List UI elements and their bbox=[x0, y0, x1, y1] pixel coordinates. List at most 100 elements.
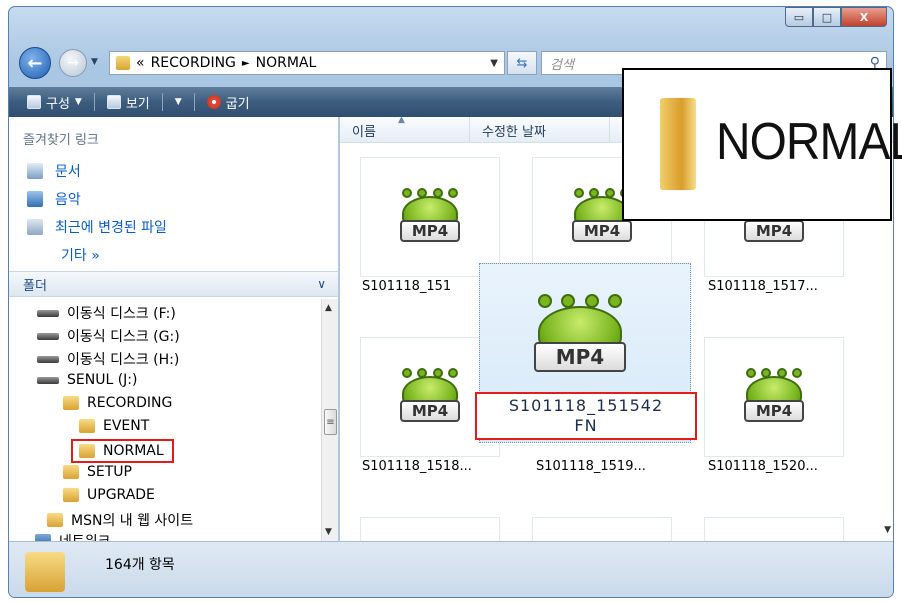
organize-icon bbox=[27, 95, 41, 109]
maximize-button[interactable]: □ bbox=[813, 7, 841, 27]
close-button[interactable]: X bbox=[841, 7, 887, 27]
folders-header[interactable]: 폴더 ∨ bbox=[9, 271, 338, 297]
drive-icon bbox=[37, 332, 59, 340]
tree-item-label: MSN의 내 웹 사이트 bbox=[71, 513, 194, 529]
column-label: 수정한 날짜 bbox=[482, 124, 546, 140]
favorites-more-link[interactable]: 기타 » bbox=[61, 245, 100, 265]
tree-item-label: SENUL (J:) bbox=[67, 372, 138, 388]
scroll-down-icon[interactable]: ▼ bbox=[884, 525, 891, 535]
views-button[interactable]: 보기 bbox=[101, 90, 156, 115]
scrollbar-thumb[interactable]: ≡ bbox=[324, 409, 337, 435]
mp4-file-icon: MP4 bbox=[397, 188, 463, 250]
favorite-label: 음악 bbox=[55, 192, 81, 208]
favorite-link-music[interactable]: 음악 bbox=[27, 189, 81, 209]
tree-item-recording[interactable]: RECORDING bbox=[63, 395, 172, 411]
tree-item-normal[interactable]: NORMAL bbox=[71, 439, 174, 463]
tree-item-label: RECORDING bbox=[87, 395, 173, 411]
scroll-up-icon[interactable]: ▲ bbox=[325, 303, 332, 313]
toolbar-divider bbox=[161, 93, 163, 111]
selected-file-name-line1: S101118_151542 bbox=[508, 396, 664, 415]
selected-file-name[interactable]: S101118_151542 FN bbox=[475, 392, 697, 440]
recent-pages-dropdown[interactable]: ▼ bbox=[91, 57, 98, 67]
tree-item-label: 이동식 디스크 (F:) bbox=[67, 306, 176, 322]
favorite-link-recent[interactable]: 최근에 변경된 파일 bbox=[27, 217, 167, 237]
favorites-title: 즐겨찾기 링크 bbox=[23, 133, 99, 148]
tree-item-label: 네트워크 bbox=[59, 531, 111, 541]
item-count: 164개 항목 bbox=[105, 557, 175, 573]
folder-icon bbox=[47, 513, 63, 527]
recent-files-icon bbox=[27, 219, 43, 235]
folder-icon bbox=[79, 444, 95, 458]
file-name[interactable]: S101118_1519... bbox=[536, 459, 686, 474]
favorite-label: 최근에 변경된 파일 bbox=[55, 220, 167, 236]
breadcrumb-recording[interactable]: RECORDING bbox=[151, 55, 236, 71]
favorite-label: 문서 bbox=[55, 164, 81, 180]
breadcrumb-normal[interactable]: NORMAL bbox=[256, 55, 317, 71]
minimize-button[interactable]: ▭ bbox=[785, 7, 813, 27]
views-icon bbox=[106, 95, 121, 109]
toolbar-divider bbox=[93, 93, 95, 111]
chevron-down-icon: ▼ bbox=[174, 97, 182, 107]
tree-item-drive-j[interactable]: SENUL (J:) bbox=[37, 372, 137, 388]
search-placeholder: 검색 bbox=[550, 57, 574, 73]
drive-icon bbox=[37, 355, 59, 363]
tree-item-label: 이동식 디스크 (G:) bbox=[67, 329, 180, 345]
back-arrow-icon: ← bbox=[27, 52, 43, 74]
mp4-file-icon: MP4 bbox=[530, 294, 630, 380]
tree-item-drive-f[interactable]: 이동식 디스크 (F:) bbox=[37, 303, 176, 323]
breadcrumb-separator[interactable]: ► bbox=[242, 58, 250, 69]
selected-file-name-line2: FN bbox=[574, 416, 598, 435]
burn-disc-icon bbox=[206, 95, 221, 109]
address-dropdown-icon[interactable]: ▼ bbox=[490, 58, 498, 69]
file-name[interactable]: S101118_1520... bbox=[708, 459, 858, 474]
refresh-button[interactable]: ⇆ bbox=[507, 51, 537, 75]
scroll-down-icon[interactable]: ▼ bbox=[325, 527, 332, 537]
burn-label: 굽기 bbox=[225, 96, 250, 112]
favorite-link-documents[interactable]: 문서 bbox=[27, 161, 81, 181]
music-icon bbox=[27, 191, 43, 207]
drive-icon bbox=[37, 376, 59, 384]
column-date-modified[interactable]: 수정한 날짜 bbox=[470, 117, 610, 143]
folder-icon bbox=[63, 488, 79, 502]
file-name[interactable]: S101118_1518... bbox=[362, 459, 512, 474]
selected-file-tile[interactable]: MP4 S101118_151542 FN bbox=[475, 263, 697, 443]
chevron-down-icon: ▼ bbox=[74, 97, 82, 107]
column-name[interactable]: ▲ 이름 bbox=[340, 115, 470, 143]
file-thumbnail[interactable]: MP4 bbox=[360, 157, 500, 277]
file-name[interactable]: S101118_1517... bbox=[708, 279, 858, 294]
folder-icon bbox=[63, 465, 79, 479]
documents-icon bbox=[27, 163, 43, 179]
tree-item-label: UPGRADE bbox=[87, 487, 155, 503]
back-button[interactable]: ← bbox=[19, 47, 51, 79]
folder-icon bbox=[63, 396, 79, 410]
tree-item-label: EVENT bbox=[103, 418, 150, 434]
mp4-file-icon: MP4 bbox=[741, 368, 807, 430]
organize-button[interactable]: 구성 ▼ bbox=[21, 90, 88, 115]
views-label: 보기 bbox=[125, 96, 150, 112]
tree-item-label: NORMAL bbox=[103, 443, 164, 459]
navigation-pane: 즐겨찾기 링크 문서 음악 최근에 변경된 파일 기타 » 폴더 ∨ 이동식 디… bbox=[9, 117, 339, 541]
caption-buttons: ▭ □ X bbox=[785, 7, 887, 27]
folder-icon bbox=[116, 56, 130, 70]
tree-item-setup[interactable]: SETUP bbox=[63, 464, 132, 480]
breadcrumb-overflow[interactable]: « bbox=[136, 55, 145, 71]
chevron-down-icon: ∨ bbox=[317, 277, 326, 291]
forward-button[interactable]: → bbox=[59, 49, 87, 77]
folders-title: 폴더 bbox=[23, 278, 47, 294]
file-thumbnail[interactable]: MP4 bbox=[704, 337, 844, 457]
mp4-file-icon: MP4 bbox=[397, 368, 463, 430]
folder-tree-scrollbar[interactable]: ▲ ≡ ▼ bbox=[321, 299, 338, 541]
tree-item-drive-g[interactable]: 이동식 디스크 (G:) bbox=[37, 326, 180, 346]
address-bar[interactable]: « RECORDING ► NORMAL ▼ bbox=[109, 51, 505, 75]
tree-item-label: SETUP bbox=[87, 464, 132, 480]
burn-button[interactable]: 굽기 bbox=[201, 90, 256, 115]
tree-item-drive-h[interactable]: 이동식 디스크 (H:) bbox=[37, 349, 179, 369]
tree-item-upgrade[interactable]: UPGRADE bbox=[63, 487, 155, 503]
tree-item-network[interactable]: 네트워크 bbox=[35, 531, 111, 541]
folder-icon bbox=[660, 98, 696, 190]
details-pane: 164개 항목 bbox=[9, 541, 893, 597]
views-dropdown-button[interactable]: ▼ bbox=[169, 94, 188, 110]
tree-item-msn[interactable]: MSN의 내 웹 사이트 bbox=[47, 510, 193, 530]
tree-item-event[interactable]: EVENT bbox=[79, 418, 149, 434]
zoom-inset: NORMAL bbox=[622, 68, 902, 221]
